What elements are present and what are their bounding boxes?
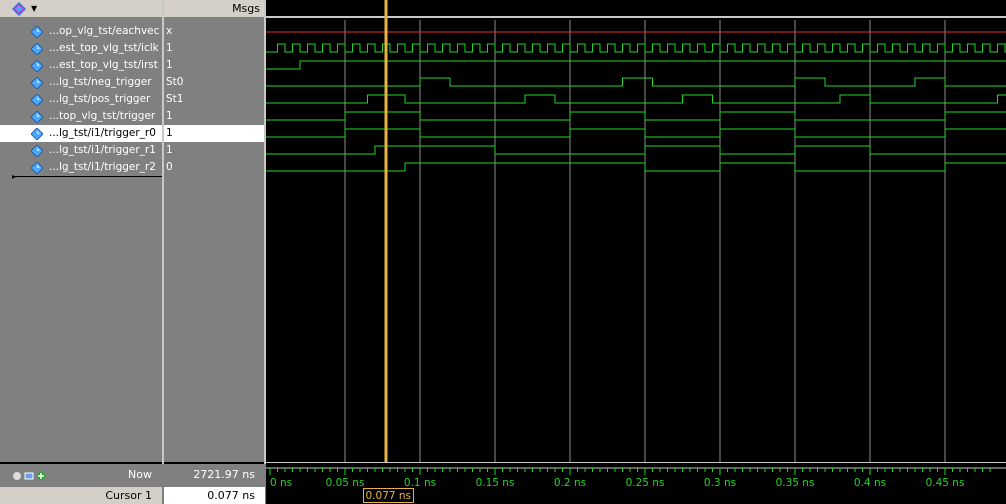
ruler-tick-label: 0.05 ns [326, 477, 365, 489]
signal-row[interactable]: ...lg_tst/i1/trigger_r0 [0, 125, 162, 142]
signal-name: ...lg_tst/neg_trigger [49, 76, 152, 88]
now-label: Now [128, 468, 152, 481]
signal-row[interactable]: ...top_vlg_tst/trigger [0, 108, 162, 125]
ruler-tick-label: 0.4 ns [854, 477, 886, 489]
signal-value-row[interactable]: 1 [164, 57, 265, 74]
signal-diamond-icon [31, 94, 43, 106]
ruler-tick-label: 0.25 ns [626, 477, 665, 489]
modelsim-logo-icon [12, 2, 26, 16]
signal-value-row[interactable]: 1 [164, 40, 265, 57]
signal-value: x [166, 25, 173, 37]
signal-value-row[interactable]: 1 [164, 142, 265, 159]
signal-name: ...est_top_vlg_tst/irst [49, 59, 158, 71]
wave-menu-button[interactable]: ▼ [10, 2, 38, 16]
signal-name: ...top_vlg_tst/trigger [49, 110, 156, 122]
signal-value-row[interactable]: 1 [164, 108, 265, 125]
signal-name: ...est_top_vlg_tst/iclk [49, 42, 159, 54]
signal-value-row[interactable]: St0 [164, 74, 265, 91]
signal-value: St1 [166, 93, 184, 105]
signal-row[interactable]: ...lg_tst/i1/trigger_r1 [0, 142, 162, 159]
signal-name-pane: ▼ ...op_vlg_tst/eachvec ...est_top_vlg_ts… [0, 0, 260, 462]
msgs-header: Msgs [164, 0, 265, 18]
signal-row[interactable]: ...est_top_vlg_tst/irst [0, 57, 162, 74]
cursor-time-value[interactable]: 0.077 ns [164, 487, 265, 504]
signal-value: 1 [166, 127, 173, 139]
ruler-tick-label: 0.2 ns [554, 477, 586, 489]
signal-row[interactable]: ...lg_tst/pos_trigger [0, 91, 162, 108]
ruler-tick-label: 0.3 ns [704, 477, 736, 489]
chevron-down-icon: ▼ [31, 4, 38, 13]
signal-diamond-icon [31, 145, 43, 157]
ruler-tick-label: 0 ns [270, 477, 292, 489]
signal-diamond-icon [31, 26, 43, 38]
ruler-tick-label: 0.35 ns [776, 477, 815, 489]
signal-name: ...lg_tst/i1/trigger_r1 [49, 144, 156, 156]
signal-row[interactable]: ...op_vlg_tst/eachvec [0, 23, 162, 40]
signal-value: 1 [166, 144, 173, 156]
pos-trigger-wave [266, 94, 1006, 104]
signal-row[interactable]: ...est_top_vlg_tst/iclk [0, 40, 162, 57]
ruler-tick-label: 0.45 ns [926, 477, 965, 489]
signal-diamond-icon [31, 128, 43, 140]
signal-value: 1 [166, 110, 173, 122]
ruler-tick-label: 0.15 ns [476, 477, 515, 489]
iclk-wave [266, 43, 1006, 53]
signal-diamond-icon [31, 162, 43, 174]
trigger-r2-wave [266, 162, 1006, 172]
cursor-time-flag[interactable]: 0.077 ns [362, 488, 415, 503]
signal-diamond-icon [31, 77, 43, 89]
signal-diamond-icon [31, 60, 43, 72]
signal-value-pane: Msgs x 1 1 St0 St1 1 1 1 0 [164, 0, 265, 462]
signal-value-row[interactable]: 0 [164, 159, 265, 176]
irst-wave [266, 60, 1006, 70]
cursor-line [384, 0, 388, 462]
signal-diamond-icon [31, 111, 43, 123]
waveform-canvas[interactable] [266, 0, 1006, 462]
signal-name: ...op_vlg_tst/eachvec [49, 25, 160, 37]
neg-trigger-wave [266, 77, 1006, 87]
trigger-r1-wave [266, 145, 1006, 155]
signal-row[interactable]: ...lg_tst/i1/trigger_r2 [0, 159, 162, 176]
signal-name: ...lg_tst/i1/trigger_r0 [49, 127, 156, 139]
signal-name: ...lg_tst/i1/trigger_r2 [49, 161, 156, 173]
signal-diamond-icon [31, 43, 43, 55]
signal-row[interactable]: ...lg_tst/neg_trigger [0, 74, 162, 91]
signal-value-row[interactable]: x [164, 23, 265, 40]
cursor-name-label[interactable]: Cursor 1 [0, 487, 162, 504]
signal-name: ...lg_tst/pos_trigger [49, 93, 151, 105]
wave-pane[interactable]: 0 ns 0.05 ns 0.1 ns 0.15 ns 0.2 ns 0.25 ns 0.3… [266, 0, 1006, 504]
name-pane-header: ▼ [0, 0, 162, 18]
trigger-wave [266, 111, 1006, 121]
signal-value: 1 [166, 42, 173, 54]
trigger-r0-wave [266, 128, 1006, 138]
signal-value: 1 [166, 59, 173, 71]
signal-value: St0 [166, 76, 184, 88]
signal-value-row[interactable]: St1 [164, 91, 265, 108]
signal-value-row[interactable]: 1 [164, 125, 265, 142]
signal-value: 0 [166, 161, 173, 173]
now-value: 2721.97 ns [193, 468, 255, 481]
